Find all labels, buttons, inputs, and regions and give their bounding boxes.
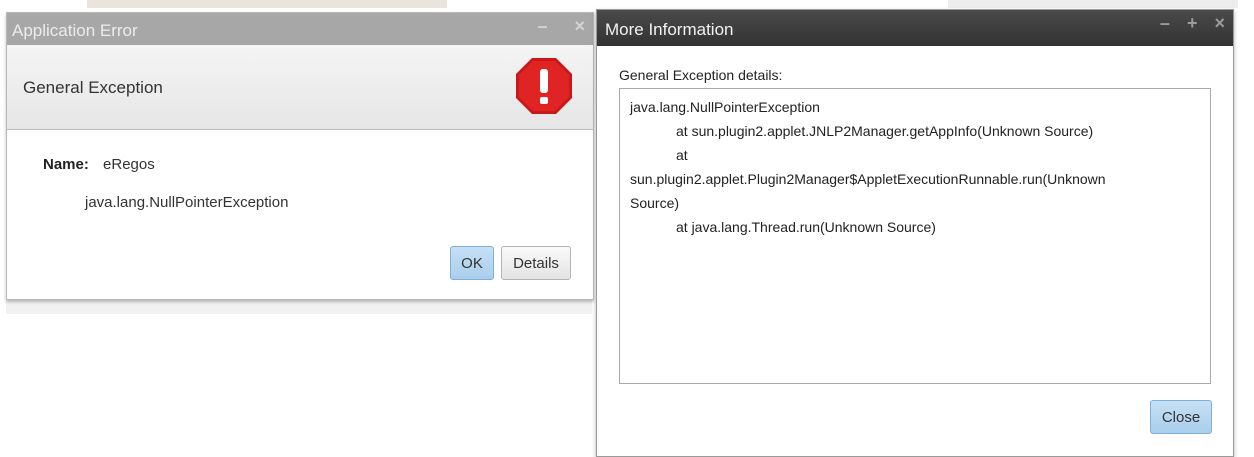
- stack-trace-line: at: [676, 147, 688, 163]
- background-window-edge: [87, 0, 447, 8]
- window-controls: – + ×: [1148, 13, 1225, 34]
- stack-trace-line: sun.plugin2.applet.Plugin2Manager$Applet…: [630, 171, 1106, 187]
- title-bar[interactable]: More Information – + ×: [597, 10, 1233, 46]
- stack-trace-line: Source): [630, 195, 680, 211]
- ok-button[interactable]: OK: [450, 246, 494, 280]
- title-bar[interactable]: Application Error – ×: [7, 13, 593, 45]
- more-information-dialog: More Information – + × General Exception…: [596, 9, 1234, 457]
- background-window-area: [6, 298, 592, 314]
- name-row: Name: eRegos: [43, 156, 155, 173]
- header-title: General Exception: [23, 78, 163, 97]
- dialog-header: General Exception: [7, 45, 593, 130]
- stack-trace-line: at sun.plugin2.applet.JNLP2Manager.getAp…: [676, 123, 1094, 139]
- maximize-icon[interactable]: +: [1187, 13, 1198, 33]
- window-controls: – ×: [515, 16, 585, 37]
- close-icon[interactable]: ×: [574, 16, 585, 36]
- name-label: Name:: [43, 156, 89, 173]
- window-title: More Information: [605, 20, 734, 39]
- exception-message: java.lang.NullPointerException: [85, 194, 289, 211]
- details-button[interactable]: Details: [501, 246, 571, 280]
- details-label: General Exception details:: [619, 67, 783, 83]
- stack-trace-line: at java.lang.Thread.run(Unknown Source): [676, 219, 936, 235]
- name-value: eRegos: [103, 156, 155, 173]
- details-textarea[interactable]: java.lang.NullPointerException at sun.pl…: [619, 88, 1211, 384]
- minimize-icon[interactable]: –: [1160, 13, 1170, 33]
- minimize-icon[interactable]: –: [537, 16, 547, 36]
- background-window-edge: [948, 0, 1238, 8]
- stop-error-icon: [516, 58, 572, 114]
- application-error-dialog: Application Error – × General Exception …: [6, 12, 594, 300]
- close-icon[interactable]: ×: [1214, 13, 1225, 33]
- stack-trace-line: java.lang.NullPointerException: [630, 99, 820, 115]
- window-title: Application Error: [12, 21, 138, 40]
- close-button[interactable]: Close: [1150, 400, 1212, 434]
